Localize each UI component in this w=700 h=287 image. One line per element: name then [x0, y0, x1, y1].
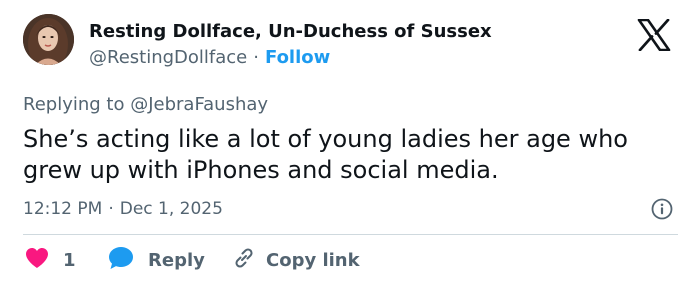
tweet-date: Dec 1, 2025	[119, 199, 223, 219]
timestamp[interactable]: 12:12 PM · Dec 1, 2025	[23, 199, 223, 219]
replying-to[interactable]: Replying to @JebraFaushay	[23, 94, 268, 115]
like-button[interactable]: 1	[25, 247, 76, 273]
reply-bubble-icon	[108, 246, 134, 274]
follow-button[interactable]: Follow	[265, 47, 330, 68]
timestamp-separator: ·	[108, 199, 114, 219]
link-icon	[232, 246, 256, 274]
tweet-text: She’s acting like a lot of young ladies …	[23, 125, 628, 184]
heart-icon	[25, 247, 49, 273]
divider	[23, 234, 678, 235]
like-count: 1	[63, 249, 76, 271]
avatar[interactable]	[23, 14, 74, 65]
reply-button[interactable]: Reply	[108, 247, 205, 273]
copy-link-label: Copy link	[266, 249, 360, 271]
tweet-time: 12:12 PM	[23, 199, 103, 219]
reply-label: Reply	[148, 249, 205, 271]
handle[interactable]: @RestingDollface	[89, 47, 247, 68]
handle-separator: ·	[253, 47, 259, 68]
x-logo-icon[interactable]	[637, 18, 671, 52]
display-name[interactable]: Resting Dollface, Un-Duchess of Sussex	[89, 21, 492, 42]
handle-row: @RestingDollface · Follow	[89, 47, 330, 68]
info-icon[interactable]	[651, 198, 673, 220]
copy-link-button[interactable]: Copy link	[232, 247, 360, 273]
